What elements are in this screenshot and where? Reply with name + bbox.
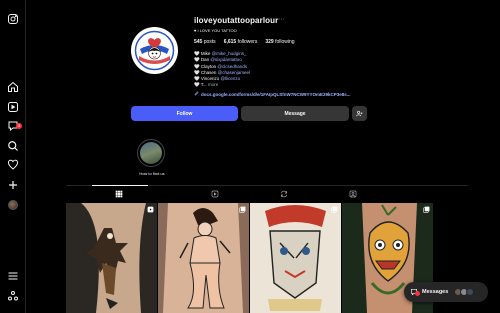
profile-username: iloveyoutattooparlour bbox=[194, 16, 279, 25]
more-options-icon[interactable]: ··· bbox=[278, 16, 285, 23]
highlight-cover bbox=[140, 142, 162, 164]
bio-mention-link[interactable]: @llicenzo bbox=[221, 76, 241, 81]
message-button[interactable]: Message bbox=[241, 106, 349, 121]
followers-stat[interactable]: 6,615 followers bbox=[224, 39, 258, 45]
post-thumbnail[interactable] bbox=[158, 203, 249, 313]
follow-button[interactable]: Follow bbox=[131, 106, 238, 121]
heart-icon[interactable] bbox=[7, 159, 19, 171]
profile-avatar[interactable] bbox=[8, 200, 18, 210]
sidebar-nav: 3 bbox=[0, 0, 26, 313]
carousel-indicator-icon bbox=[423, 206, 430, 213]
bio-mention-link[interactable]: @mike_hudgins_ bbox=[212, 51, 247, 56]
bio-mention-link[interactable]: @clcsedhands bbox=[217, 64, 247, 69]
profile-display-name: ♥ I LOVE YOU TATTOO bbox=[194, 28, 237, 33]
repost-icon bbox=[281, 190, 287, 198]
home-icon[interactable] bbox=[7, 81, 19, 93]
menu-icon[interactable] bbox=[7, 270, 19, 282]
reels-tab-icon bbox=[211, 190, 219, 198]
notifications-icon[interactable]: 3 bbox=[7, 120, 22, 132]
reels-icon[interactable] bbox=[7, 101, 19, 113]
also-from-meta-icon[interactable] bbox=[7, 290, 19, 302]
notification-badge: 3 bbox=[16, 123, 22, 129]
messages-drawer-button[interactable]: Messages bbox=[404, 282, 488, 302]
profile-stats: 545 posts 6,615 followers 329 following bbox=[194, 39, 295, 45]
messages-badge bbox=[415, 291, 420, 296]
profile-bio: 🤍 Mike @mike_hudgins_ 🤍 Dan @sixpdantatt… bbox=[194, 51, 250, 89]
messages-label: Messages bbox=[422, 289, 449, 295]
active-tab-indicator bbox=[92, 185, 148, 186]
suggested-accounts-button[interactable] bbox=[352, 106, 367, 121]
tab-posts[interactable] bbox=[114, 189, 124, 199]
tab-reposts[interactable] bbox=[279, 189, 289, 199]
reel-indicator-icon bbox=[147, 206, 154, 213]
highlight-label: How to find us bbox=[139, 171, 165, 176]
post-thumbnail[interactable] bbox=[66, 203, 157, 313]
search-icon[interactable] bbox=[7, 140, 19, 152]
add-person-icon bbox=[356, 110, 363, 117]
recent-conversations bbox=[454, 288, 475, 296]
story-highlight[interactable] bbox=[137, 139, 165, 167]
link-icon bbox=[194, 91, 199, 97]
carousel-indicator-icon bbox=[239, 206, 246, 213]
following-stat[interactable]: 329 following bbox=[265, 39, 294, 45]
bio-more-link[interactable]: more bbox=[208, 82, 218, 87]
bio-mention-link[interactable]: @sixpdantattoo bbox=[210, 57, 241, 62]
create-icon[interactable] bbox=[7, 179, 19, 191]
post-thumbnail[interactable] bbox=[250, 203, 341, 313]
bio-line: 🤍 T... more bbox=[194, 82, 219, 88]
profile-picture[interactable] bbox=[131, 27, 178, 74]
carousel-indicator-icon bbox=[331, 206, 338, 213]
instagram-logo-icon[interactable] bbox=[7, 13, 19, 25]
tab-reels[interactable] bbox=[210, 189, 220, 199]
tagged-icon bbox=[349, 190, 357, 198]
grid-icon bbox=[115, 190, 123, 198]
tab-tagged[interactable] bbox=[348, 189, 358, 199]
profile-external-link[interactable]: docs.google.com/forms/d/e/1FAIpQLSfnW7NC… bbox=[194, 91, 351, 97]
bio-mention-link[interactable]: @chasenjameel bbox=[218, 70, 250, 75]
conversation-avatar bbox=[466, 288, 475, 296]
posts-stat: 545 posts bbox=[194, 39, 216, 45]
